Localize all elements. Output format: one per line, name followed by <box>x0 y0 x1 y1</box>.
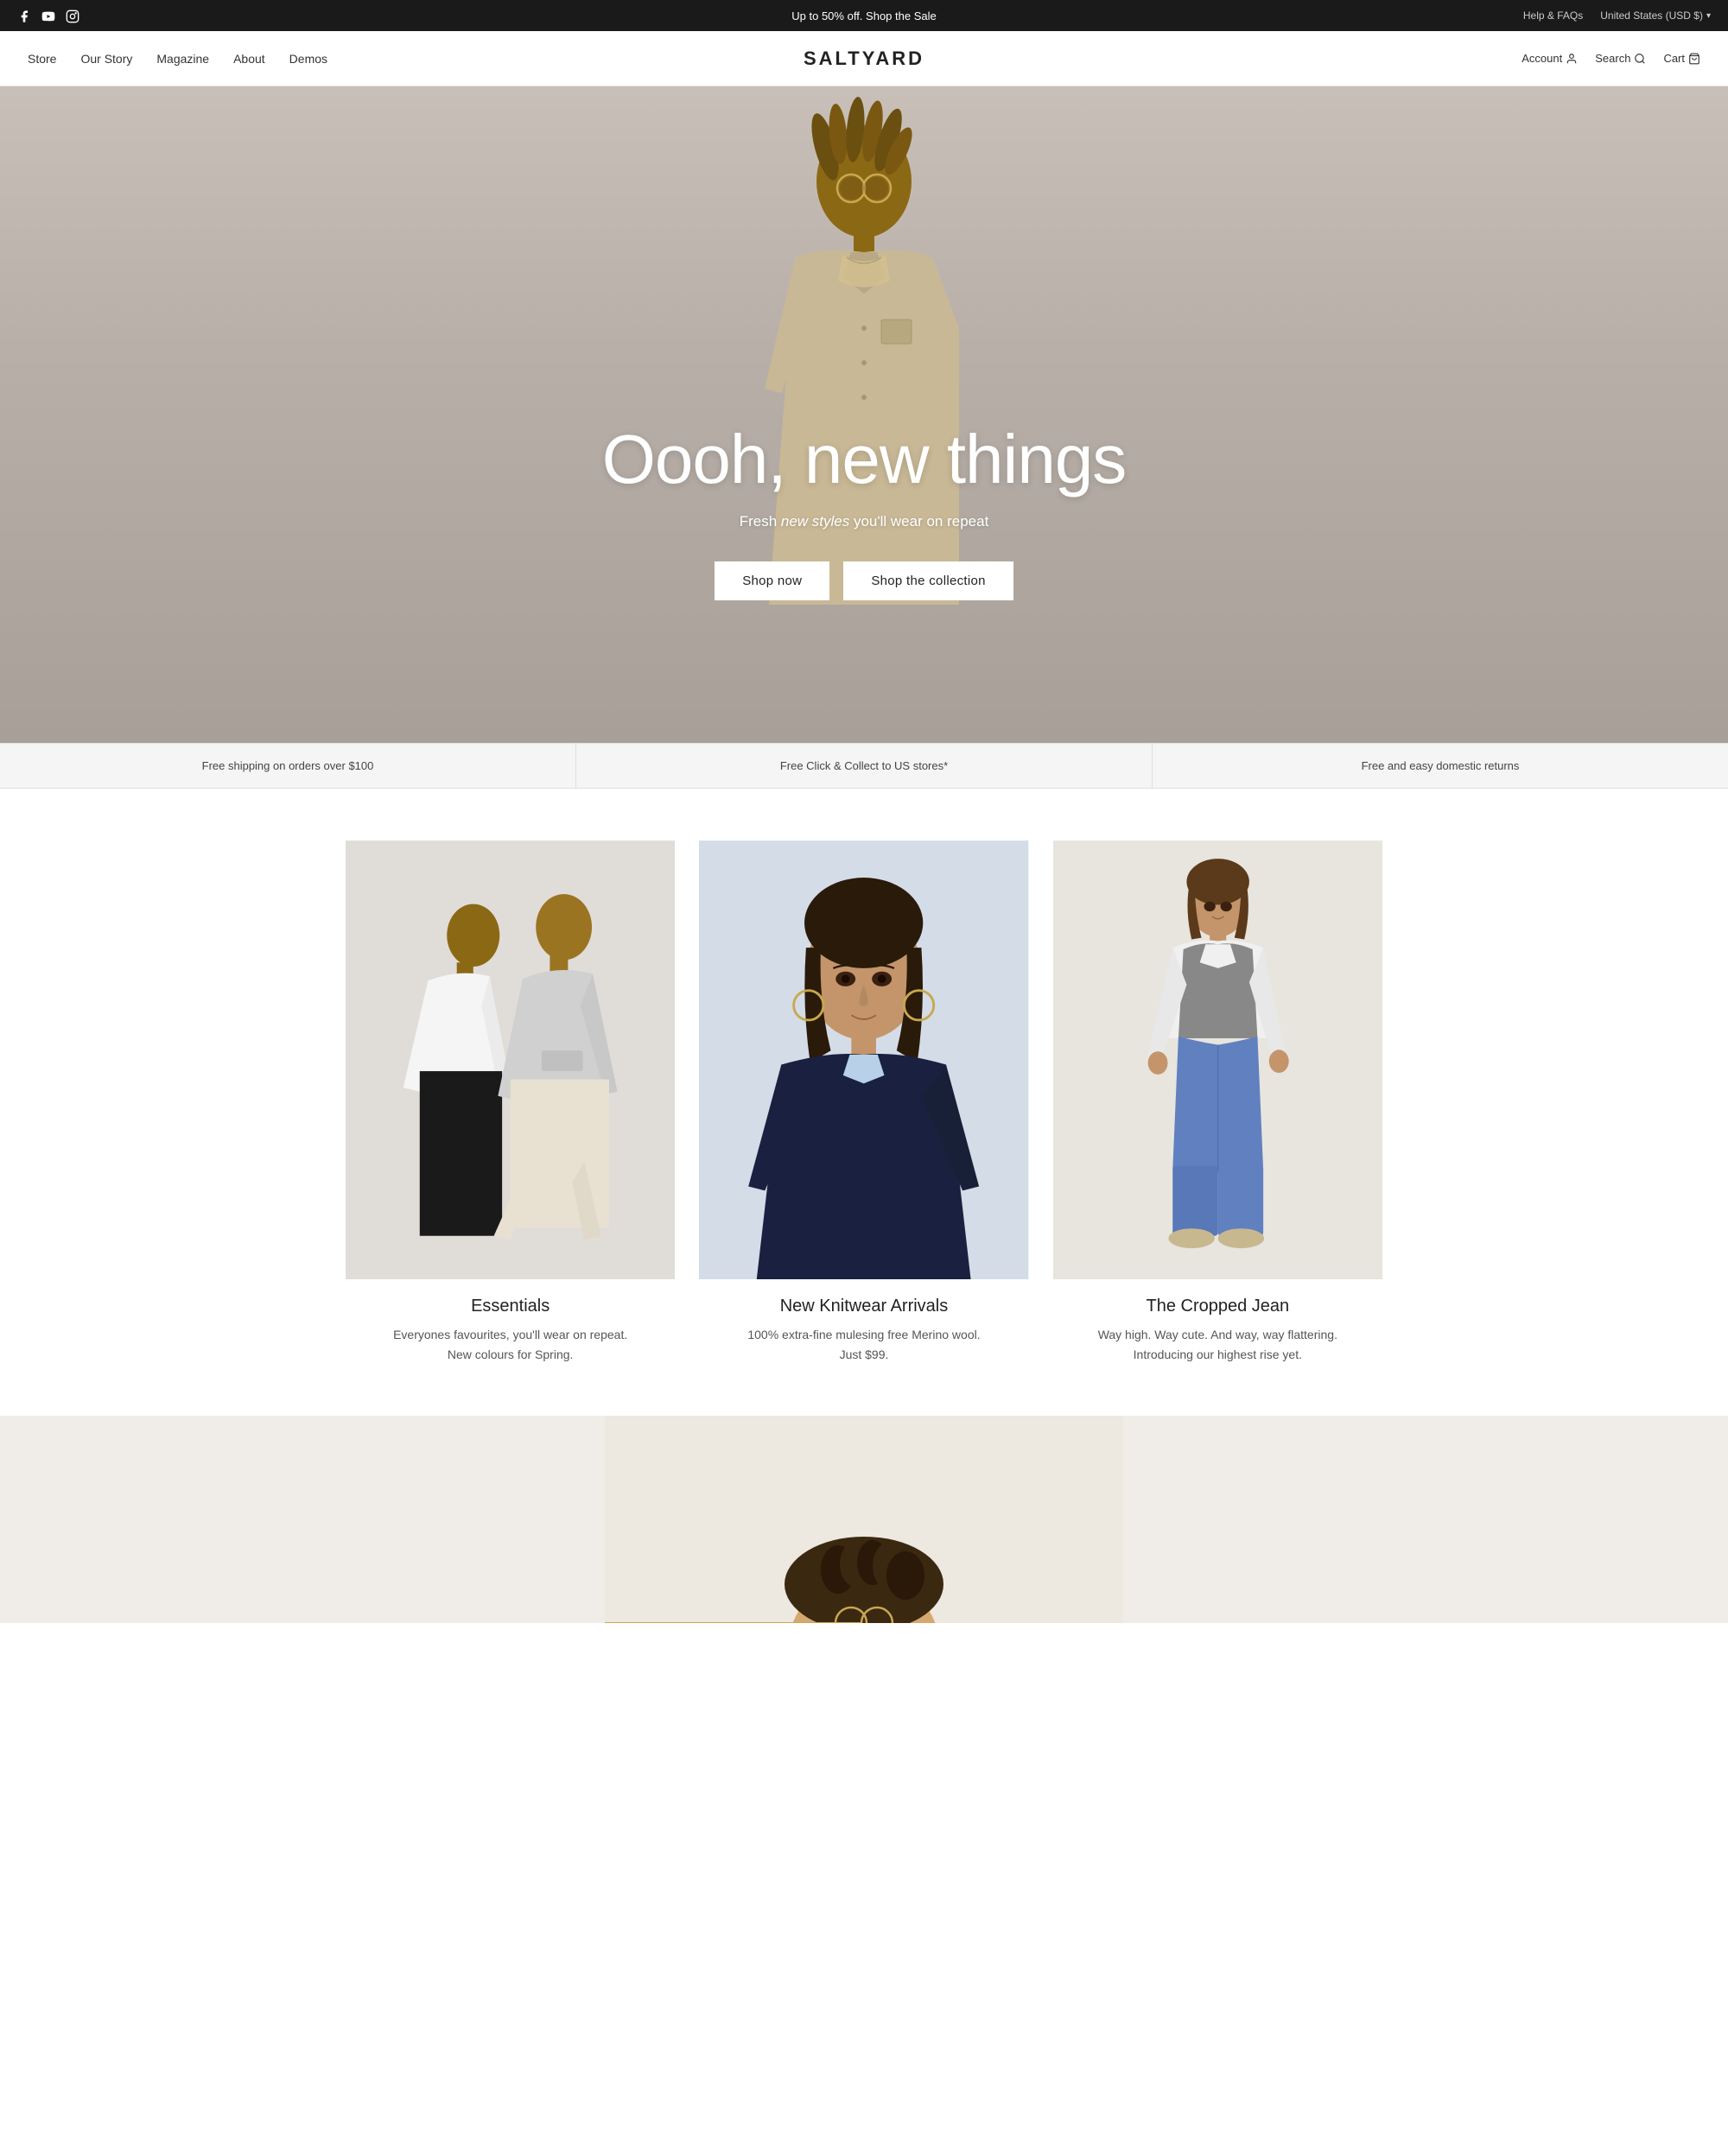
nav-demos[interactable]: Demos <box>289 52 327 66</box>
products-grid: Essentials Everyones favourites, you'll … <box>346 840 1382 1364</box>
nav-right: Account Search Cart <box>1522 52 1700 65</box>
shop-collection-button[interactable]: Shop the collection <box>843 561 1013 600</box>
bottom-person-svg <box>605 1416 1123 1623</box>
info-bar: Free shipping on orders over $100 Free C… <box>0 743 1728 789</box>
products-section: Essentials Everyones favourites, you'll … <box>0 789 1728 1416</box>
product-jean-image <box>1053 840 1382 1279</box>
shop-sale-link[interactable]: Shop the Sale <box>866 10 937 22</box>
cart-icon <box>1688 53 1700 65</box>
shop-now-button[interactable]: Shop now <box>715 561 829 600</box>
social-icons <box>17 8 79 22</box>
product-essentials-desc: Everyones favourites, you'll wear on rep… <box>346 1325 675 1364</box>
info-collect: Free Click & Collect to US stores* <box>576 744 1153 788</box>
hero-subtitle: Fresh new styles you'll wear on repeat <box>602 513 1127 530</box>
essentials-image-svg <box>346 840 675 1279</box>
product-essentials-image <box>346 840 675 1279</box>
announcement-right: Help & FAQs United States (USD $) ▾ <box>1523 10 1711 22</box>
announcement-text: Up to 50% off. Shop the Sale <box>791 10 936 22</box>
product-knitwear[interactable]: New Knitwear Arrivals 100% extra-fine mu… <box>699 840 1028 1364</box>
nav-search[interactable]: Search <box>1595 52 1646 65</box>
hero-content: Oooh, new things Fresh new styles you'll… <box>602 230 1127 600</box>
currency-selector[interactable]: United States (USD $) ▾ <box>1600 10 1711 22</box>
product-essentials-name: Essentials <box>346 1297 675 1316</box>
product-jean-name: The Cropped Jean <box>1053 1297 1382 1316</box>
info-shipping: Free shipping on orders over $100 <box>0 744 576 788</box>
facebook-icon[interactable] <box>17 8 31 22</box>
announcement-bar: Up to 50% off. Shop the Sale Help & FAQs… <box>0 0 1728 31</box>
site-logo[interactable]: SALTYARD <box>804 48 924 70</box>
main-nav: Store Our Story Magazine About Demos SAL… <box>0 31 1728 86</box>
currency-chevron-icon: ▾ <box>1706 11 1711 21</box>
hero-section: Oooh, new things Fresh new styles you'll… <box>0 86 1728 743</box>
nav-store[interactable]: Store <box>28 52 56 66</box>
account-icon <box>1566 53 1578 65</box>
search-icon <box>1634 53 1646 65</box>
info-returns: Free and easy domestic returns <box>1153 744 1728 788</box>
product-essentials[interactable]: Essentials Everyones favourites, you'll … <box>346 840 675 1364</box>
youtube-icon[interactable] <box>41 8 55 22</box>
nav-left: Store Our Story Magazine About Demos <box>28 52 327 66</box>
bottom-section <box>0 1416 1728 1623</box>
nav-about[interactable]: About <box>233 52 265 66</box>
nav-account[interactable]: Account <box>1522 52 1578 65</box>
product-knitwear-name: New Knitwear Arrivals <box>699 1297 1028 1316</box>
nav-our-story[interactable]: Our Story <box>80 52 132 66</box>
hero-buttons: Shop now Shop the collection <box>602 561 1127 600</box>
product-knitwear-desc: 100% extra-fine mulesing free Merino woo… <box>699 1325 1028 1364</box>
product-knitwear-image <box>699 840 1028 1279</box>
product-jean-desc: Way high. Way cute. And way, way flatter… <box>1053 1325 1382 1364</box>
help-faqs-link[interactable]: Help & FAQs <box>1523 10 1583 22</box>
nav-magazine[interactable]: Magazine <box>156 52 209 66</box>
jean-image-svg <box>1053 840 1382 1279</box>
product-jean[interactable]: The Cropped Jean Way high. Way cute. And… <box>1053 840 1382 1364</box>
instagram-icon[interactable] <box>66 8 79 22</box>
nav-cart[interactable]: Cart <box>1663 52 1700 65</box>
hero-title: Oooh, new things <box>602 420 1127 499</box>
knitwear-image-svg <box>699 840 1028 1279</box>
